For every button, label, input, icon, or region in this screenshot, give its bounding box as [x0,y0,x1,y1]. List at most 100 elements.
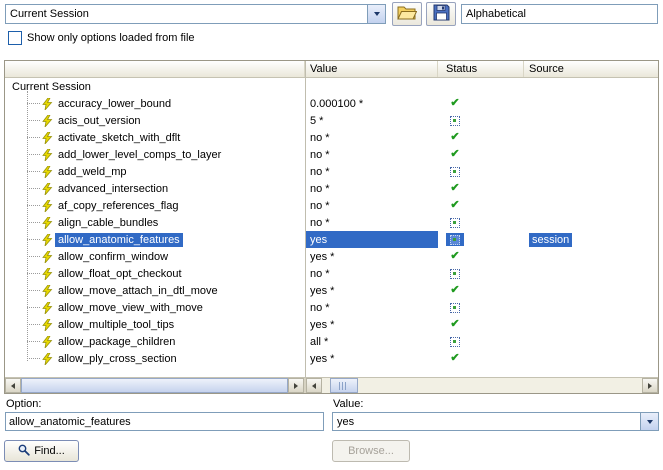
option-lightning-icon [41,114,53,128]
option-value[interactable]: yes * [305,282,438,299]
table-row[interactable]: allow_anatomic_features yes session [5,231,658,248]
option-label: Option: [6,398,42,410]
option-name[interactable]: allow_confirm_window [55,250,171,264]
square-status-icon [450,336,460,347]
tree-root-row[interactable]: Current Session [5,78,658,95]
options-table: Value Status Source Current Session accu… [4,60,659,394]
table-row[interactable]: allow_package_children all * [5,333,658,350]
value-combobox[interactable]: yes [332,412,659,431]
scroll-right-icon[interactable] [288,378,304,393]
table-row[interactable]: allow_move_attach_in_dtl_move yes * ✔ [5,282,658,299]
table-row[interactable]: allow_move_view_with_move no * [5,299,658,316]
save-button[interactable] [426,2,456,26]
option-value[interactable]: 5 * [305,112,438,129]
option-value[interactable]: no * [305,265,438,282]
option-value[interactable]: 0.000100 * [305,95,438,112]
chevron-down-icon[interactable] [640,413,658,430]
tree-horizontal-scrollbar[interactable] [5,378,306,393]
table-row[interactable]: add_weld_mp no * [5,163,658,180]
option-value[interactable]: no * [305,146,438,163]
option-lightning-icon [41,250,53,264]
option-value[interactable]: no * [305,129,438,146]
scroll-left-icon[interactable] [5,378,21,393]
tree-scroll-thumb[interactable] [21,378,288,393]
table-row[interactable]: align_cable_bundles no * [5,214,658,231]
option-name[interactable]: accuracy_lower_bound [55,97,174,111]
status-icon [446,216,464,229]
sort-order-combobox[interactable]: Alphabetical [461,4,658,24]
column-header-source[interactable]: Source [524,61,658,77]
table-row[interactable]: activate_sketch_with_dflt no * ✔ [5,129,658,146]
show-only-loaded-label: Show only options loaded from file [27,32,195,44]
open-file-button[interactable] [392,2,422,26]
column-header-tree[interactable] [5,61,305,77]
show-only-loaded-checkbox[interactable] [8,31,22,45]
table-row[interactable]: allow_confirm_window yes * ✔ [5,248,658,265]
table-row[interactable]: advanced_intersection no * ✔ [5,180,658,197]
option-name[interactable]: align_cable_bundles [55,216,161,230]
option-name[interactable]: allow_package_children [55,335,178,349]
status-icon [446,301,464,314]
option-name[interactable]: add_weld_mp [55,165,130,179]
option-name[interactable]: allow_multiple_tool_tips [55,318,177,332]
option-value[interactable]: yes * [305,350,438,367]
option-lightning-icon [41,352,53,366]
option-value[interactable]: no * [305,214,438,231]
table-row[interactable]: allow_float_opt_checkout no * [5,265,658,282]
magnifier-icon [18,444,30,459]
option-name[interactable]: allow_float_opt_checkout [55,267,185,281]
option-value[interactable]: all * [305,333,438,350]
table-row[interactable]: allow_ply_cross_section yes * ✔ [5,350,658,367]
option-value[interactable]: no * [305,197,438,214]
option-value[interactable]: no * [305,299,438,316]
option-name[interactable]: allow_ply_cross_section [55,352,180,366]
option-status [438,299,524,316]
option-lightning-icon [41,284,53,298]
check-icon: ✔ [450,182,460,194]
status-icon: ✔ [446,284,464,297]
status-icon [446,335,464,348]
values-horizontal-scrollbar[interactable] [306,378,658,393]
option-name[interactable]: allow_move_view_with_move [55,301,206,315]
table-row[interactable]: af_copy_references_flag no * ✔ [5,197,658,214]
column-header-status[interactable]: Status [438,61,524,77]
option-name[interactable]: af_copy_references_flag [55,199,181,213]
option-value[interactable]: no * [305,180,438,197]
option-source [524,307,658,309]
option-name[interactable]: activate_sketch_with_dflt [55,131,183,145]
pane-divider[interactable] [305,61,306,377]
status-icon [446,233,464,246]
option-name[interactable]: acis_out_version [55,114,144,128]
values-scroll-track[interactable] [322,378,642,393]
option-name[interactable]: add_lower_level_comps_to_layer [55,148,224,162]
option-status: ✔ [438,350,524,367]
option-source [524,103,658,105]
tree-branch-line [27,239,40,240]
option-name[interactable]: advanced_intersection [55,182,171,196]
tree-root-label: Current Session [12,80,91,93]
chevron-down-icon[interactable] [367,5,385,23]
scroll-right-icon[interactable] [642,378,658,393]
option-value[interactable]: yes * [305,248,438,265]
tree-branch-line [27,273,40,274]
table-row[interactable]: allow_multiple_tool_tips yes * ✔ [5,316,658,333]
table-row[interactable]: add_lower_level_comps_to_layer no * ✔ [5,146,658,163]
session-combobox[interactable]: Current Session [5,4,386,24]
table-row[interactable]: accuracy_lower_bound 0.000100 * ✔ [5,95,658,112]
option-value[interactable]: yes [305,231,438,248]
tree-branch-line [27,137,40,138]
find-button[interactable]: Find... [4,440,79,462]
tree-scroll-track[interactable] [21,378,288,393]
browse-button[interactable]: Browse... [332,440,410,462]
column-header-value[interactable]: Value [305,61,438,77]
table-row[interactable]: acis_out_version 5 * [5,112,658,129]
option-value[interactable]: yes * [305,316,438,333]
option-value[interactable]: no * [305,163,438,180]
option-input[interactable] [5,412,324,431]
scroll-left-icon[interactable] [306,378,322,393]
option-name[interactable]: allow_anatomic_features [55,232,183,247]
option-status: ✔ [438,316,524,333]
values-scroll-thumb[interactable] [330,378,358,393]
option-lightning-icon [41,267,53,281]
option-name[interactable]: allow_move_attach_in_dtl_move [55,284,221,298]
